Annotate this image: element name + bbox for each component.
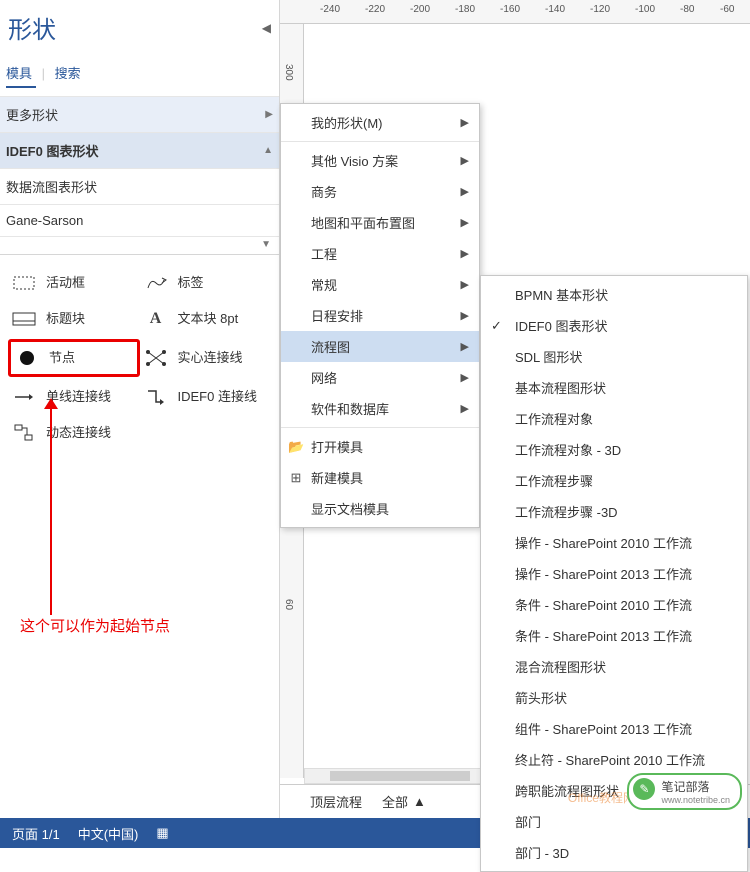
- shape-text-block[interactable]: A 文本块 8pt: [140, 303, 272, 335]
- submenu-item[interactable]: 操作 - SharePoint 2010 工作流: [481, 527, 747, 558]
- chevron-right-icon: ▶: [461, 247, 469, 260]
- watermark-badge: ✎ 笔记部落 www.notetribe.cn: [627, 773, 742, 810]
- submenu-item[interactable]: 混合流程图形状: [481, 651, 747, 682]
- submenu-item[interactable]: 部门: [481, 806, 747, 837]
- dynamic-connector-icon: [12, 423, 36, 443]
- chevron-right-icon: ▶: [461, 154, 469, 167]
- category-list: 更多形状 ▶ IDEF0 图表形状 ▲ 数据流图表形状 Gane-Sarson …: [0, 96, 279, 255]
- menu-item[interactable]: 常规▶: [281, 269, 479, 300]
- chevron-right-icon: ▶: [461, 216, 469, 229]
- idef0-connector-icon: [144, 387, 168, 407]
- submenu-item[interactable]: 部门 - 3D: [481, 837, 747, 868]
- chevron-right-icon: ▶: [461, 402, 469, 415]
- chevron-right-icon: ▶: [461, 185, 469, 198]
- submenu-item[interactable]: 组件 - SharePoint 2013 工作流: [481, 713, 747, 744]
- ruler-horizontal: -240 -220 -200 -180 -160 -140 -120 -100 …: [280, 0, 750, 24]
- scroll-down-icon[interactable]: ▼: [261, 239, 271, 250]
- submenu-item[interactable]: 箭头形状: [481, 682, 747, 713]
- context-menu-categories: 我的形状(M)▶ 其他 Visio 方案▶ 商务▶ 地图和平面布置图▶ 工程▶ …: [280, 103, 480, 528]
- pencil-icon: ✎: [633, 778, 655, 800]
- annotation-arrow-line: [50, 405, 52, 615]
- submenu-item[interactable]: 工作流程对象 - 3D: [481, 434, 747, 465]
- text-icon: A: [144, 309, 168, 329]
- shapes-grid: 活动框 标签 标题块 A 文本块 8pt 节点 实心连接线 单线连接线 IDEF: [0, 255, 279, 461]
- menu-item[interactable]: 工程▶: [281, 238, 479, 269]
- tab-search[interactable]: 搜索: [55, 66, 81, 81]
- scrollbar-thumb[interactable]: [330, 771, 470, 781]
- top-process-button[interactable]: 顶层流程: [310, 792, 362, 811]
- submenu-item[interactable]: 基本流程图形状: [481, 372, 747, 403]
- page-indicator[interactable]: 页面 1/1: [12, 824, 60, 843]
- chevron-right-icon: ▶: [265, 109, 273, 120]
- menu-show-doc-stencil[interactable]: 显示文档模具: [281, 493, 479, 524]
- shape-solid-connector[interactable]: 实心连接线: [140, 339, 272, 377]
- menu-item[interactable]: 我的形状(M)▶: [281, 107, 479, 138]
- shape-title-block[interactable]: 标题块: [8, 303, 140, 335]
- menu-item[interactable]: 商务▶: [281, 176, 479, 207]
- shape-dynamic-connector[interactable]: 动态连接线: [8, 417, 140, 449]
- category-item[interactable]: Gane-Sarson: [0, 205, 279, 237]
- submenu-item[interactable]: 工作流程步骤: [481, 465, 747, 496]
- more-shapes-row[interactable]: 更多形状 ▶: [0, 97, 279, 133]
- tab-stencil[interactable]: 模具: [6, 66, 32, 81]
- language-indicator[interactable]: 中文(中国): [78, 824, 139, 843]
- shape-label[interactable]: 标签: [140, 267, 272, 299]
- collapse-panel-icon[interactable]: ◀: [262, 21, 271, 35]
- shape-idef0-connector[interactable]: IDEF0 连接线: [140, 381, 272, 413]
- menu-open-stencil[interactable]: 📂打开模具: [281, 431, 479, 462]
- activity-box-icon: [12, 273, 36, 293]
- submenu-item[interactable]: 操作 - SharePoint 2013 工作流: [481, 558, 747, 589]
- annotation-text: 这个可以作为起始节点: [20, 615, 170, 636]
- submenu-item[interactable]: 条件 - SharePoint 2010 工作流: [481, 589, 747, 620]
- panel-header: 形状 ◀: [0, 0, 279, 55]
- submenu-item[interactable]: 终止符 - SharePoint 2010 工作流: [481, 744, 747, 775]
- chevron-up-icon: ▲: [413, 794, 426, 809]
- node-icon: [15, 348, 39, 368]
- shape-activity-box[interactable]: 活动框: [8, 267, 140, 299]
- label-icon: [144, 273, 168, 293]
- watermark-orange: Office教程网: [568, 789, 635, 806]
- chevron-right-icon: ▶: [461, 309, 469, 322]
- chevron-right-icon: ▶: [461, 340, 469, 353]
- submenu-item[interactable]: BPMN 基本形状: [481, 279, 747, 310]
- submenu-item[interactable]: 条件 - SharePoint 2013 工作流: [481, 620, 747, 651]
- menu-item[interactable]: 其他 Visio 方案▶: [281, 145, 479, 176]
- single-connector-icon: [12, 387, 36, 407]
- shape-node[interactable]: 节点: [8, 339, 140, 377]
- submenu-item[interactable]: ✓IDEF0 图表形状: [481, 310, 747, 341]
- all-button[interactable]: 全部 ▲: [382, 792, 426, 811]
- grid-icon: ⊞: [288, 470, 304, 486]
- shape-single-connector[interactable]: 单线连接线: [8, 381, 140, 413]
- category-item[interactable]: 数据流图表形状: [0, 169, 279, 205]
- menu-item[interactable]: 网络▶: [281, 362, 479, 393]
- category-item[interactable]: IDEF0 图表形状 ▲: [0, 133, 279, 169]
- chevron-right-icon: ▶: [461, 371, 469, 384]
- menu-item[interactable]: 地图和平面布置图▶: [281, 207, 479, 238]
- solid-connector-icon: [144, 348, 168, 368]
- menu-item-flowchart[interactable]: 流程图▶: [281, 331, 479, 362]
- panel-title: 形状: [8, 10, 56, 45]
- menu-item[interactable]: 软件和数据库▶: [281, 393, 479, 424]
- menu-item[interactable]: 日程安排▶: [281, 300, 479, 331]
- menu-new-stencil[interactable]: ⊞新建模具: [281, 462, 479, 493]
- panel-tabs: 模具 | 搜索: [0, 55, 279, 96]
- shapes-panel: 形状 ◀ 模具 | 搜索 更多形状 ▶ IDEF0 图表形状 ▲ 数据流图表形状…: [0, 0, 280, 848]
- submenu-item[interactable]: SDL 图形状: [481, 341, 747, 372]
- checkmark-icon: ✓: [491, 318, 502, 334]
- submenu-item[interactable]: 工作流程对象: [481, 403, 747, 434]
- title-block-icon: [12, 309, 36, 329]
- submenu-item[interactable]: 工作流程步骤 -3D: [481, 496, 747, 527]
- open-icon: 📂: [288, 439, 304, 455]
- chevron-right-icon: ▶: [461, 116, 469, 129]
- macro-icon[interactable]: ▦: [156, 825, 168, 841]
- scroll-up-icon[interactable]: ▲: [263, 145, 273, 156]
- chevron-right-icon: ▶: [461, 278, 469, 291]
